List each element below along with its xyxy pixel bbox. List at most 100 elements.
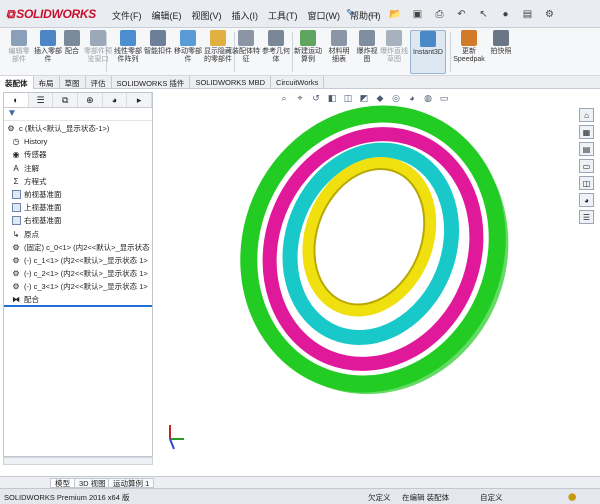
dynamic-annotation-icon[interactable]: ◫ xyxy=(342,92,354,104)
tree-item-annotations[interactable]: A 注解 xyxy=(4,162,152,175)
command-button-0[interactable]: 编辑零部件 xyxy=(6,30,32,74)
display-manager-tab-icon[interactable]: ◕ xyxy=(103,93,128,107)
command-button-2[interactable]: 配合 xyxy=(62,30,82,74)
menu-tools[interactable]: 工具(T) xyxy=(268,9,298,22)
tree-item-origin[interactable]: ↳ 原点 xyxy=(4,228,152,241)
resources-icon[interactable]: ▦ xyxy=(579,125,594,139)
command-button-10[interactable]: 新建运动算例 xyxy=(292,30,324,74)
command-button-4[interactable]: 线性零部件阵列 xyxy=(112,30,144,74)
menu-insert[interactable]: 插入(I) xyxy=(232,9,259,22)
tree-item-component-c0[interactable]: ⚙ (固定) c_0<1> (内2<<默认>_显示状态 xyxy=(4,241,152,254)
appearances-icon[interactable]: ◕ xyxy=(579,193,594,207)
tab-3d-view[interactable]: 3D 视图 xyxy=(74,478,111,488)
tab-sketch[interactable]: 草图 xyxy=(60,76,86,89)
tree-item-component-c2[interactable]: ⚙ (-) c_2<1> (内2<<默认>_显示状态 1> xyxy=(4,267,152,280)
menu-view[interactable]: 视图(V) xyxy=(192,9,222,22)
filter-icon[interactable]: ▼ xyxy=(4,108,152,121)
menu-window[interactable]: 窗口(W) xyxy=(308,9,341,22)
status-units[interactable]: 自定义 xyxy=(480,492,503,503)
panel-horizontal-scrollbar[interactable] xyxy=(3,457,153,465)
open-file-icon[interactable]: 📂 xyxy=(386,5,405,23)
tree-item-component-c1[interactable]: ⚙ (-) c_1<1> (内2<<默认>_显示状态 1> xyxy=(4,254,152,267)
custom-properties-icon[interactable]: ☰ xyxy=(579,210,594,224)
command-button-1[interactable]: 插入零部件 xyxy=(34,30,62,74)
command-button-13[interactable]: 爆炸直线草图 xyxy=(380,30,408,74)
view-palette-icon[interactable]: ◫ xyxy=(579,176,594,190)
tab-addins[interactable]: SOLIDWORKS 插件 xyxy=(112,76,191,89)
edit-appearance-icon[interactable]: ◕ xyxy=(406,92,418,104)
new-file-icon[interactable]: ▭ xyxy=(364,5,383,23)
display-style-icon[interactable]: ◆ xyxy=(374,92,386,104)
tree-item-mates[interactable]: ⧓ 配合 xyxy=(4,293,152,307)
heads-up-toolbar: ⌕ ⌖ ↺ ◧ ◫ ◩ ◆ ◎ ◕ ◍ ▭ xyxy=(278,92,450,104)
command-button-7[interactable]: 显示隐藏的零部件 xyxy=(204,30,232,74)
undo-icon[interactable]: ↶ xyxy=(452,5,471,23)
design-library-icon[interactable]: ▤ xyxy=(579,142,594,156)
tree-item-right-plane[interactable]: 右视基准面 xyxy=(4,214,152,227)
view-orientation-icon[interactable]: ◩ xyxy=(358,92,370,104)
apply-scene-icon[interactable]: ◍ xyxy=(422,92,434,104)
tab-evaluate[interactable]: 评估 xyxy=(86,76,112,89)
tab-motion-study[interactable]: 运动算例 1 xyxy=(108,478,155,488)
tree-item-sensors[interactable]: ◉ 传感器 xyxy=(4,148,152,161)
section-view-icon[interactable]: ◧ xyxy=(326,92,338,104)
tree-item-history[interactable]: ◷ History xyxy=(4,135,152,148)
command-button-15[interactable]: 更新Speedpak xyxy=(452,30,486,74)
tree-root[interactable]: ⚙ c (默认<默认_显示状态-1>) xyxy=(4,122,152,135)
status-product: SOLIDWORKS Premium 2016 x64 版 xyxy=(4,493,130,502)
hide-show-icon[interactable]: ◎ xyxy=(390,92,402,104)
command-button-9[interactable]: 参考几何体 xyxy=(262,30,290,74)
command-label: 移动零部件 xyxy=(174,48,202,63)
command-button-12[interactable]: 爆炸视图 xyxy=(354,30,380,74)
command-label: 装配体特征 xyxy=(232,48,260,63)
panel-expand-icon[interactable]: ▸ xyxy=(127,93,153,107)
print-icon[interactable]: ⎙ xyxy=(430,5,449,23)
tab-layout[interactable]: 布局 xyxy=(34,76,60,89)
dimxpert-tab-icon[interactable]: ⊕ xyxy=(78,93,103,107)
tree-item-front-plane[interactable]: 前视基准面 xyxy=(4,188,152,201)
tab-assembly[interactable]: 装配体 xyxy=(0,76,34,89)
property-manager-tab-icon[interactable]: ☰ xyxy=(29,93,54,107)
command-label: 新建运动算例 xyxy=(294,48,322,63)
tree-item-label: (-) c_2<1> (内2<<默认>_显示状态 1> xyxy=(24,269,148,279)
view-settings-icon[interactable]: ▭ xyxy=(438,92,450,104)
zoom-area-icon[interactable]: ⌖ xyxy=(294,92,306,104)
zoom-fit-icon[interactable]: ⌕ xyxy=(278,92,290,104)
configuration-tab-icon[interactable]: ⧉ xyxy=(53,93,79,107)
command-button-6[interactable]: 移动零部件 xyxy=(174,30,202,74)
file-properties-icon[interactable]: ▤ xyxy=(518,5,537,23)
command-icon xyxy=(180,30,196,46)
tree-item-label: 上视基准面 xyxy=(24,203,62,213)
tab-mbd[interactable]: SOLIDWORKS MBD xyxy=(190,76,272,89)
menu-file[interactable]: 文件(F) xyxy=(112,9,142,22)
save-icon[interactable]: ▣ xyxy=(408,5,427,23)
tab-model[interactable]: 模型 xyxy=(50,478,75,488)
command-button-11[interactable]: 材料明细表 xyxy=(326,30,352,74)
tab-circuitworks[interactable]: CircuitWorks xyxy=(271,76,325,89)
menu-edit[interactable]: 编辑(E) xyxy=(152,9,182,22)
menu-bar: 文件(F) 编辑(E) 视图(V) 插入(I) 工具(T) 窗口(W) 帮助(H… xyxy=(112,9,381,22)
command-button-5[interactable]: 智能扣件 xyxy=(144,30,172,74)
command-button-8[interactable]: 装配体特征 xyxy=(232,30,260,74)
tree-item-label: 原点 xyxy=(24,229,39,239)
tree-item-equations[interactable]: Σ 方程式 xyxy=(4,175,152,188)
file-explorer-icon[interactable]: ▭ xyxy=(579,159,594,173)
command-button-3[interactable]: 零部件预览窗口 xyxy=(84,30,112,74)
tree-item-component-c3[interactable]: ⚙ (-) c_3<1> (内2<<默认>_显示状态 1> xyxy=(4,280,152,293)
feature-tree-tab-icon[interactable]: ◐ xyxy=(4,93,29,107)
solidworks-logo[interactable]: ⧉ SOLIDWORKS xyxy=(6,7,96,22)
rebuild-icon[interactable]: ● xyxy=(496,5,515,23)
status-bar: SOLIDWORKS Premium 2016 x64 版 欠定义 在编辑 装配… xyxy=(0,488,600,504)
command-icon xyxy=(11,30,27,46)
home-icon[interactable]: ⌂ xyxy=(579,108,594,122)
command-button-16[interactable]: 拍快照 xyxy=(488,30,514,74)
rebuild-status-icon[interactable]: ⬤ xyxy=(568,492,576,501)
options-icon[interactable]: ⚙ xyxy=(540,5,559,23)
command-button-14[interactable]: Instant3D xyxy=(410,30,446,74)
pin-icon[interactable]: ✎ xyxy=(346,8,354,19)
tree-item-top-plane[interactable]: 上视基准面 xyxy=(4,201,152,214)
previous-view-icon[interactable]: ↺ xyxy=(310,92,322,104)
bottom-tabs: 模型 3D 视图 运动算例 1 xyxy=(0,476,600,488)
graphics-area[interactable] xyxy=(154,89,576,459)
select-icon[interactable]: ↖ xyxy=(474,5,493,23)
